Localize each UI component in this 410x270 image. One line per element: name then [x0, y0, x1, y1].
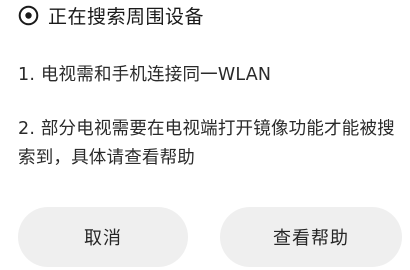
- view-help-button[interactable]: 查看帮助: [220, 207, 402, 267]
- search-status-row: 正在搜索周围设备: [18, 2, 204, 28]
- tip-item: 1. 电视需和手机连接同一WLAN: [18, 65, 272, 85]
- screen-mirroring-search-dialog: 正在搜索周围设备 1. 电视需和手机连接同一WLAN 2. 部分电视需要在电视端…: [0, 0, 410, 270]
- searching-indicator-icon: [18, 5, 39, 26]
- cancel-button[interactable]: 取消: [18, 207, 188, 267]
- search-status-text: 正在搜索周围设备: [48, 5, 205, 28]
- tip-item: 2. 部分电视需要在电视端打开镜像功能才能被搜索到，具体请查看帮助: [18, 119, 395, 168]
